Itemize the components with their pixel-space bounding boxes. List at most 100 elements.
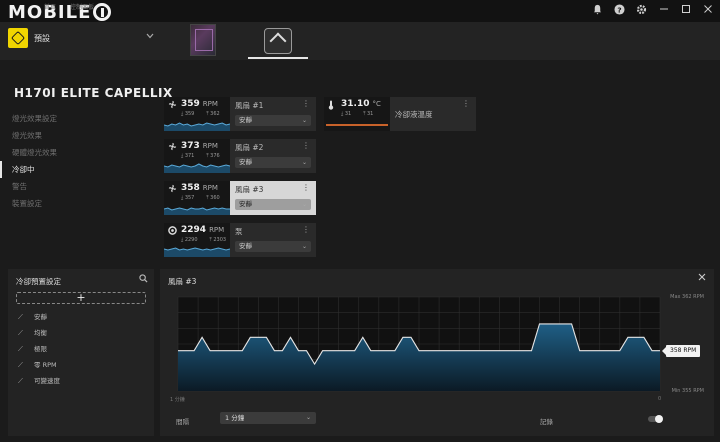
presets-title: 冷卻預置設定	[16, 277, 61, 286]
interval-value: 1 分鐘	[225, 414, 245, 422]
nav-item[interactable]: 警告	[0, 178, 150, 195]
temp-minmax: ⤓ 31 ⤒ 31	[341, 111, 374, 117]
fan-minmax: ⤓ 371 ⤒ 376	[181, 153, 220, 159]
cooling-presets-panel: 冷卻預置設定 + ⟋ 安靜 ⟋ 均衡 ⟋ 極限 ⟋ 零 RPM ⟋ 可變速度	[8, 269, 154, 436]
coolant-temp-tile[interactable]: 31.10 °C ⤓ 31 ⤒ 31 冷卻液溫度 ⋮	[324, 97, 476, 131]
preset-label: 可變速度	[34, 377, 60, 385]
fan-preset-select[interactable]: 安靜 ⌄	[235, 157, 311, 168]
record-label: 記錄	[540, 418, 553, 426]
hexagon-icon	[10, 30, 26, 46]
sparkline-svg	[164, 207, 230, 215]
motherboard-device-icon[interactable]	[190, 24, 216, 56]
curve-icon: ⟋	[18, 313, 23, 321]
fan-rpm-value: 358 RPM	[181, 183, 218, 193]
preset-item[interactable]: ⟋ 可變速度	[18, 373, 60, 389]
fan-rpm-unit: RPM	[209, 226, 225, 234]
add-preset-button[interactable]: +	[16, 292, 146, 304]
temp-value: 31.10 °C	[341, 99, 381, 109]
cooler-device-icon[interactable]	[264, 28, 292, 54]
device-tab-indicator	[248, 57, 308, 59]
profile-selector[interactable]: 預設	[8, 28, 50, 48]
fan-minmax: ⤓ 2290 ⤒ 2303	[181, 237, 227, 243]
temp-unit: °C	[372, 100, 381, 108]
kebab-menu-icon[interactable]: ⋮	[462, 99, 470, 108]
record-toggle[interactable]	[648, 415, 663, 423]
fan-icon	[168, 142, 177, 153]
chevron-down-icon: ⌄	[301, 243, 307, 250]
interval-label: 間隔	[176, 418, 189, 426]
current-rpm-badge: 358 RPM	[661, 345, 701, 357]
fan-chart-panel: 風扇 #3 Max 362 RPM Min 355 RPM 1 分鐘 0 358…	[160, 269, 714, 436]
fan-tile[interactable]: 373 RPM ⤓ 371 ⤒ 376 風扇 #2 ⋮ 安靜 ⌄	[164, 139, 316, 173]
preset-item[interactable]: ⟋ 安靜	[18, 309, 60, 325]
preset-label: 極限	[34, 345, 47, 353]
preset-item[interactable]: ⟋ 均衡	[18, 325, 60, 341]
fan-icon	[168, 100, 177, 111]
chevron-down-icon: ⌄	[301, 117, 307, 124]
fan-rpm-unit: RPM	[202, 184, 218, 192]
preset-item[interactable]: ⟋ 極限	[18, 341, 60, 357]
kebab-menu-icon[interactable]: ⋮	[302, 225, 310, 234]
fan-tile[interactable]: 359 RPM ⤓ 359 ⤒ 362 風扇 #1 ⋮ 安靜 ⌄	[164, 97, 316, 131]
pump-icon	[168, 226, 177, 237]
chevron-down-icon: ⌄	[301, 159, 307, 166]
kebab-menu-icon[interactable]: ⋮	[302, 99, 310, 108]
rpm-chart	[177, 296, 661, 392]
fan-tile[interactable]: 358 RPM ⤓ 357 ⤒ 360 風扇 #3 ⋮ 安靜 ⌄	[164, 181, 316, 215]
pump-tile[interactable]: 2294 RPM ⤓ 2290 ⤒ 2303 泵 ⋮ 安靜 ⌄	[164, 223, 316, 257]
fan-preset-select[interactable]: 安靜 ⌄	[235, 115, 311, 126]
top-nav: 首頁 控制面板	[44, 2, 106, 11]
chevron-down-icon[interactable]	[146, 32, 154, 42]
fan-name: 風扇 #1	[235, 101, 264, 110]
chevron-down-icon: ⌄	[305, 414, 311, 421]
nav-item[interactable]: 硬體燈光效果	[0, 144, 150, 161]
fan-minmax: ⤓ 357 ⤒ 360	[181, 195, 220, 201]
curve-icon: ⟋	[18, 345, 23, 353]
kebab-menu-icon[interactable]: ⋮	[302, 183, 310, 192]
sparkline-svg	[164, 247, 230, 257]
help-icon[interactable]: ?	[613, 4, 626, 17]
chart-x-left-label: 1 分鐘	[170, 397, 185, 403]
fan-name: 風扇 #2	[235, 143, 264, 152]
preset-list: ⟋ 安靜 ⟋ 均衡 ⟋ 極限 ⟋ 零 RPM ⟋ 可變速度	[18, 309, 60, 389]
device-title: H170I ELITE CAPELLIX	[14, 86, 173, 100]
preset-item[interactable]: ⟋ 零 RPM	[18, 357, 60, 373]
fan-rpm-value: 2294 RPM	[181, 225, 225, 235]
bell-icon[interactable]	[591, 4, 604, 17]
fan-name: 泵	[235, 227, 243, 236]
fan-rpm-unit: RPM	[202, 100, 218, 108]
nav-item[interactable]: 燈光效果設定	[0, 110, 150, 127]
gear-icon[interactable]	[635, 4, 648, 17]
chevron-down-icon: ⌄	[301, 201, 307, 208]
temp-bar	[326, 124, 388, 126]
sparkline-area	[164, 248, 230, 257]
nav-item[interactable]: 燈光效果	[0, 127, 150, 144]
top-bar: MOBILE 首頁 控制面板 ?	[0, 0, 720, 23]
search-icon[interactable]	[139, 274, 148, 286]
fan-preset-select[interactable]: 安靜 ⌄	[235, 199, 311, 210]
fan-rpm-value: 359 RPM	[181, 99, 218, 109]
kebab-menu-icon[interactable]: ⋮	[302, 141, 310, 150]
preset-label: 均衡	[34, 329, 47, 337]
curve-icon: ⟋	[18, 377, 23, 385]
top-nav-home[interactable]: 首頁	[44, 4, 56, 11]
top-nav-dashboard[interactable]: 控制面板	[70, 4, 94, 11]
curve-icon: ⟋	[18, 329, 23, 337]
fan-icon	[168, 184, 177, 195]
fan-rpm-value: 373 RPM	[181, 141, 218, 151]
minimize-icon[interactable]	[657, 4, 670, 17]
nav-item[interactable]: 冷卻中	[0, 161, 150, 178]
fan-preset-select[interactable]: 安靜 ⌄	[235, 241, 311, 252]
sparkline-svg	[164, 122, 230, 131]
svg-text:?: ?	[617, 5, 621, 14]
maximize-icon[interactable]	[679, 4, 692, 17]
nav-item[interactable]: 裝置設定	[0, 195, 150, 212]
chart-x-right-label: 0	[658, 396, 662, 402]
close-window-icon[interactable]	[701, 4, 714, 17]
thermometer-icon	[328, 100, 334, 112]
top-icons: ?	[591, 4, 714, 17]
preset-label: 安靜	[34, 313, 47, 321]
corsair-sail-icon	[269, 32, 287, 50]
chart-min-label: Min 355 RPM	[671, 388, 704, 394]
interval-select[interactable]: 1 分鐘 ⌄	[220, 412, 316, 424]
